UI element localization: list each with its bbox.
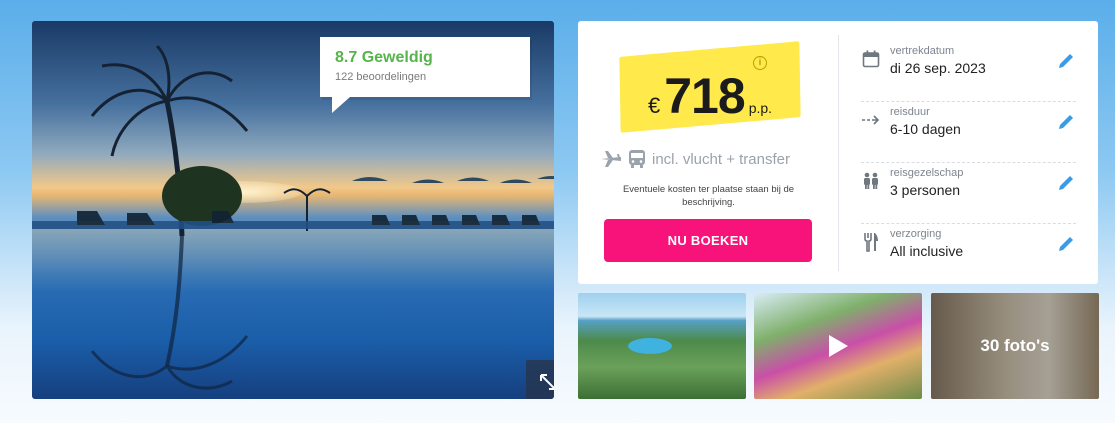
rating-score: 8.7 Geweldig: [335, 49, 433, 66]
calendar-icon: [861, 49, 881, 69]
expand-image-button[interactable]: [526, 360, 554, 399]
detail-value: 6-10 dagen: [890, 121, 961, 137]
includes-text: incl. vlucht + transfer: [652, 150, 790, 168]
expand-arrows-icon: [540, 374, 554, 390]
detail-departure[interactable]: vertrekdatum di 26 sep. 2023: [861, 41, 1076, 102]
thumbnail-resort[interactable]: [578, 293, 746, 399]
bus-icon: [629, 150, 645, 168]
detail-travellers[interactable]: reisgezelschap 3 personen: [861, 163, 1076, 224]
includes-line: incl. vlucht + transfer: [600, 149, 840, 169]
thumbnail-video[interactable]: [754, 293, 922, 399]
edit-pencil-icon[interactable]: [1056, 173, 1076, 193]
detail-label: vertrekdatum: [890, 45, 955, 57]
rating-badge: 8.7 Geweldig 122 beoordelingen: [320, 37, 530, 113]
detail-value: 3 personen: [890, 182, 961, 198]
detail-board[interactable]: verzorging All inclusive: [861, 224, 1076, 285]
detail-label: reisgezelschap: [890, 167, 964, 179]
play-icon: [816, 326, 860, 366]
photo-count: 30 foto's: [931, 293, 1099, 399]
detail-label: reisduur: [890, 106, 930, 118]
price-section: € 718 p.p. i incl. vlucht + transfer Eve…: [578, 21, 838, 284]
book-now-button[interactable]: NU BOEKEN: [604, 219, 812, 262]
detail-duration[interactable]: reisduur 6-10 dagen: [861, 102, 1076, 163]
cutlery-icon: [861, 232, 881, 252]
edit-pencil-icon[interactable]: [1056, 51, 1076, 71]
price-amount: 718: [664, 68, 745, 124]
booking-card: € 718 p.p. i incl. vlucht + transfer Eve…: [578, 21, 1098, 284]
pool-shape: [628, 338, 672, 354]
plane-icon: [601, 151, 621, 167]
detail-value: di 26 sep. 2023: [890, 60, 986, 76]
detail-label: verzorging: [890, 228, 942, 240]
price-currency: €: [648, 93, 661, 118]
thumbnail-all-photos[interactable]: 30 foto's: [931, 293, 1099, 399]
people-icon: [861, 171, 881, 191]
review-count: 122 beoordelingen: [335, 71, 427, 83]
trip-details: vertrekdatum di 26 sep. 2023 reisduur 6-…: [861, 41, 1076, 285]
extra-costs-note: Eventuele kosten ter plaatse staan bij d…: [622, 184, 795, 208]
edit-pencil-icon[interactable]: [1056, 234, 1076, 254]
duration-arrow-icon: [861, 110, 881, 130]
divider: [838, 35, 839, 271]
edit-pencil-icon[interactable]: [1056, 112, 1076, 132]
price-per-person: p.p.: [748, 100, 773, 116]
price: € 718 p.p.: [648, 67, 772, 125]
detail-value: All inclusive: [890, 243, 964, 259]
info-icon[interactable]: i: [753, 56, 767, 70]
